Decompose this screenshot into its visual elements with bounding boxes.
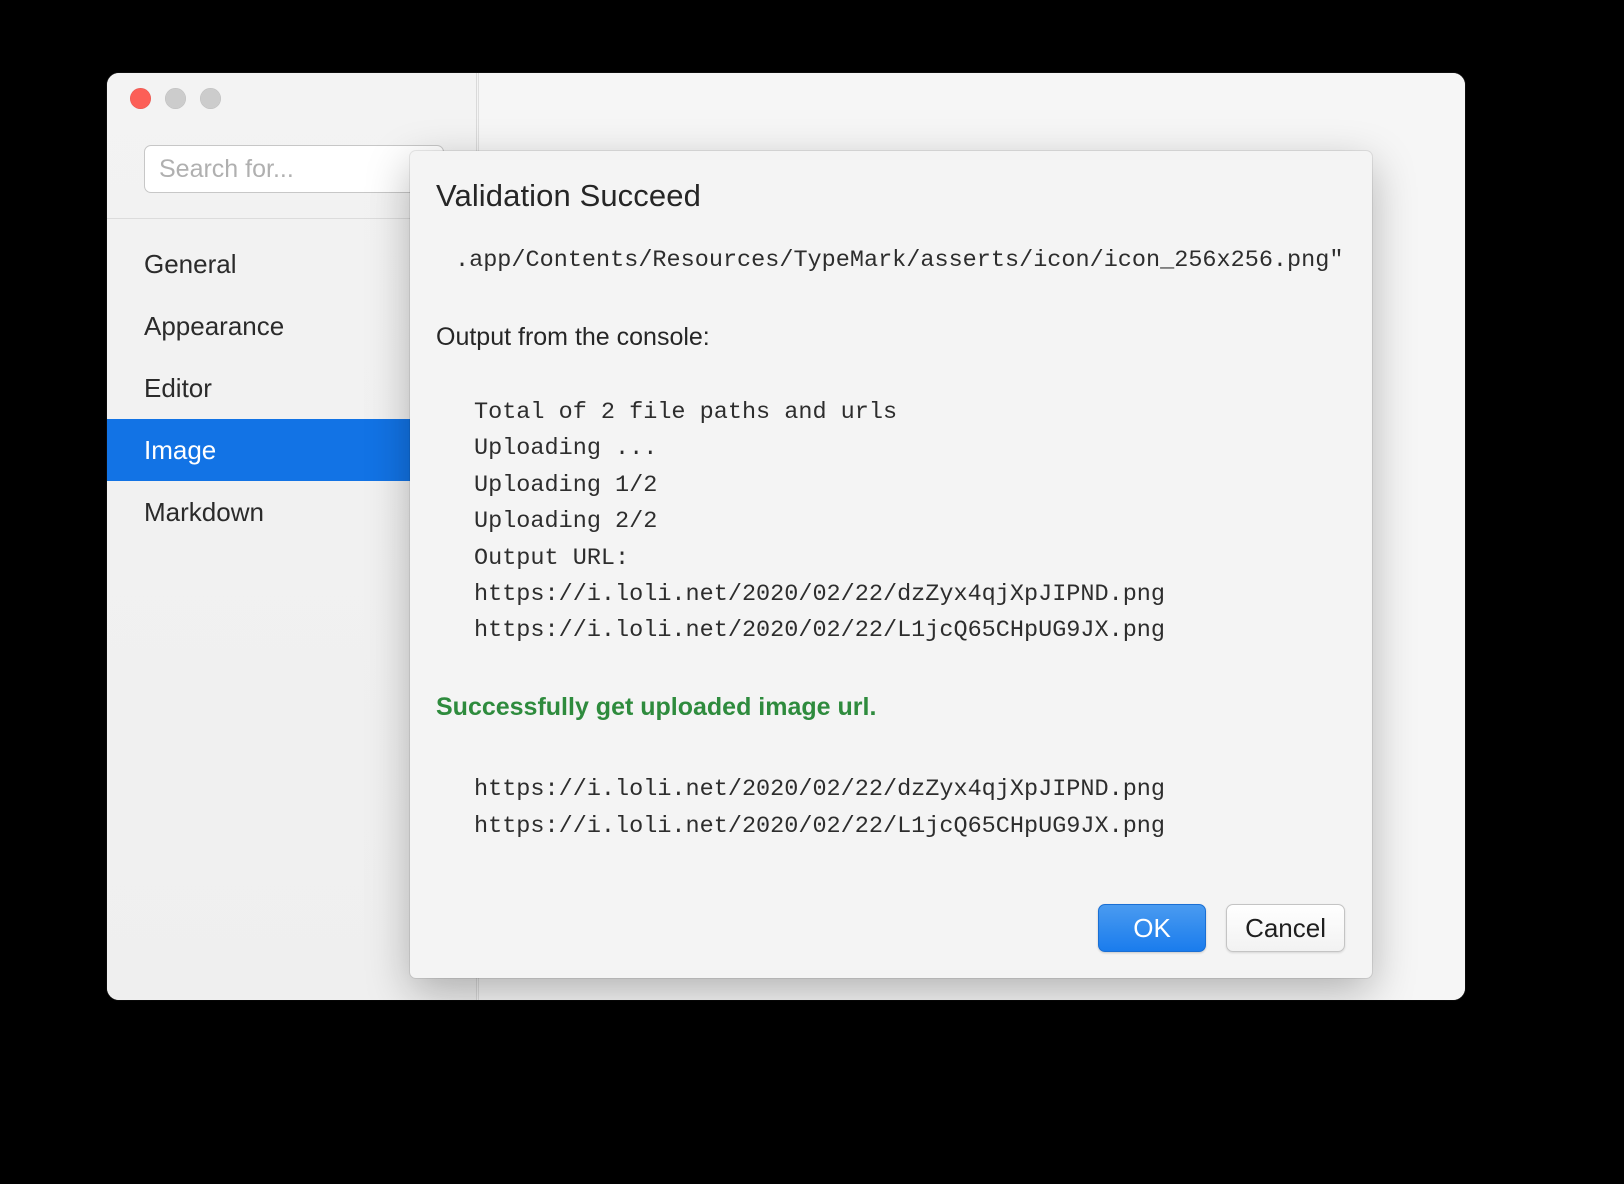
maximize-button[interactable] <box>200 88 221 109</box>
console-line: Output URL: <box>474 544 630 572</box>
sidebar-item-label: General <box>144 248 237 279</box>
close-button[interactable] <box>130 88 151 109</box>
sidebar-item-label: Editor <box>144 372 212 403</box>
cancel-button[interactable]: Cancel <box>1226 904 1345 952</box>
console-line: https://i.loli.net/2020/02/22/L1jcQ65CHp… <box>474 617 1166 645</box>
validation-result-dialog: Validation Succeed .app/Contents/Resourc… <box>410 151 1372 978</box>
success-message: Successfully get uploaded image url. <box>436 693 877 721</box>
console-line: Uploading ... <box>474 435 658 463</box>
sidebar-item-label: Markdown <box>144 496 264 527</box>
console-output-label: Output from the console: <box>436 323 710 351</box>
result-url: https://i.loli.net/2020/02/22/dzZyx4qjXp… <box>474 776 1166 803</box>
ok-button[interactable]: OK <box>1098 904 1207 952</box>
preferences-window: General Appearance Editor Image Markdown… <box>107 73 1465 1000</box>
validated-file-path: .app/Contents/Resources/TypeMark/asserts… <box>455 247 1344 274</box>
console-line: Uploading 2/2 <box>474 508 658 536</box>
traffic-light-controls <box>130 88 221 109</box>
dialog-title: Validation Succeed <box>436 178 701 213</box>
minimize-button[interactable] <box>165 88 186 109</box>
console-line: https://i.loli.net/2020/02/22/dzZyx4qjXp… <box>474 581 1166 609</box>
console-line: Uploading 1/2 <box>474 471 658 499</box>
search-field-wrapper <box>144 145 444 193</box>
console-output-block: Total of 2 file paths and urls Uploading… <box>474 395 1165 650</box>
dialog-button-row: OK Cancel <box>1098 904 1345 952</box>
sidebar-item-label: Appearance <box>144 310 285 341</box>
console-line: Total of 2 file paths and urls <box>474 399 898 426</box>
result-url-list: https://i.loli.net/2020/02/22/dzZyx4qjXp… <box>474 771 1165 845</box>
desktop-background: General Appearance Editor Image Markdown… <box>0 0 1624 1184</box>
sidebar-item-label: Image <box>144 434 217 465</box>
search-input[interactable] <box>144 145 444 193</box>
result-url: https://i.loli.net/2020/02/22/L1jcQ65CHp… <box>474 813 1166 840</box>
